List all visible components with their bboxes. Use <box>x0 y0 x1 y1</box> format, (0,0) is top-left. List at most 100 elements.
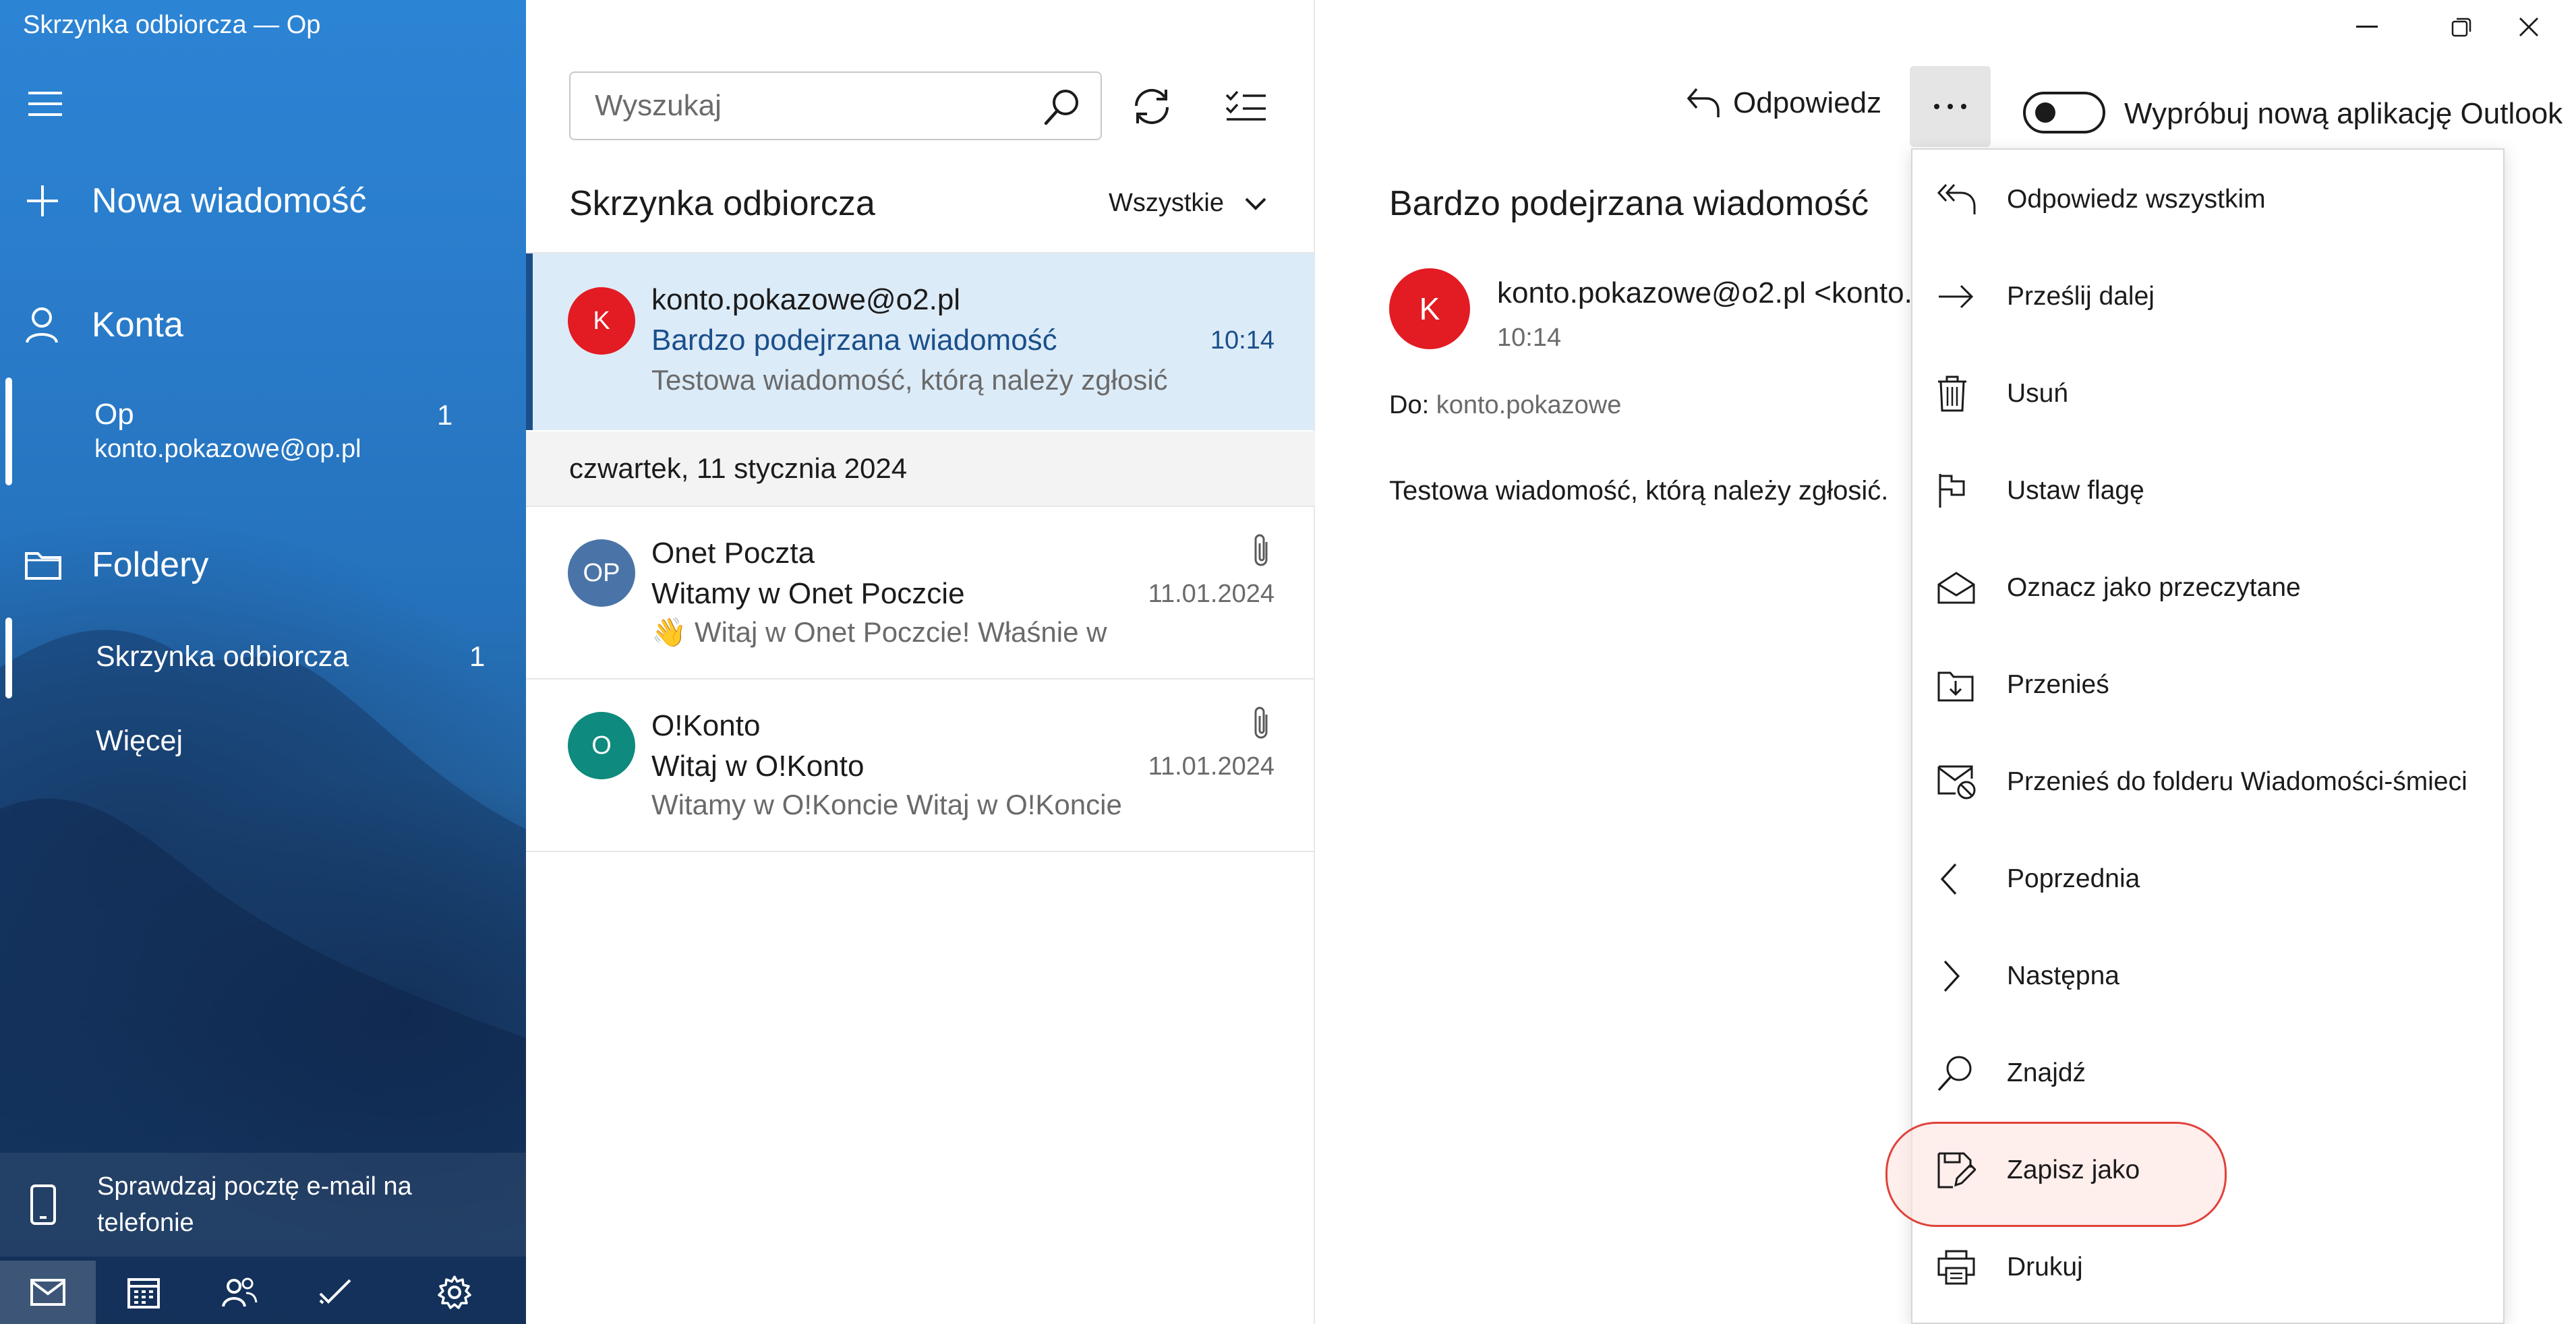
close-icon <box>2519 18 2538 36</box>
date-group-label: czwartek, 11 stycznia 2024 <box>569 452 908 484</box>
reply-all-icon <box>1937 182 1991 217</box>
message-item[interactable]: OP Onet Poczta Witamy w Onet Poczcie 11.… <box>526 507 1315 678</box>
to-label: Do: <box>1389 391 1430 419</box>
junk-icon <box>1937 764 1991 800</box>
menu-item-mark-read[interactable]: Oznacz jako przeczytane <box>1912 547 2503 628</box>
avatar-initials: O <box>591 731 612 760</box>
avatar-initials: OP <box>583 558 620 587</box>
menu-item-save-as[interactable]: Zapisz jako <box>1885 1122 2503 1227</box>
close-button[interactable] <box>2482 0 2576 54</box>
account-name: Op <box>94 398 134 431</box>
message-time: 11.01.2024 <box>1148 752 1275 781</box>
more-folders-link[interactable]: Więcej <box>96 725 183 758</box>
account-unread-count: 1 <box>437 399 453 431</box>
menu-item-move[interactable]: Przenieś <box>1912 644 2503 725</box>
app-switcher <box>0 1261 526 1324</box>
menu-item-junk[interactable]: Przenieś do folderu Wiadomości-śmieci <box>1912 742 2503 822</box>
new-message-label: Nowa wiadomość <box>92 181 367 220</box>
previous-icon <box>1937 862 1991 897</box>
settings-icon[interactable] <box>383 1261 526 1324</box>
phone-promo[interactable]: Sprawdzaj pocztę e-mail na telefonie <box>0 1153 526 1257</box>
message-preview: Witamy w O!Koncie Witaj w O!Koncie <box>651 789 1122 820</box>
person-icon <box>24 305 71 345</box>
accounts-header[interactable]: Konta <box>0 305 183 345</box>
move-icon <box>1937 667 1991 702</box>
search-box[interactable] <box>569 71 1102 140</box>
minimize-button[interactable] <box>2320 0 2414 54</box>
sync-button[interactable] <box>1125 80 1179 133</box>
restore-icon <box>2451 18 2471 37</box>
selection-mode-button[interactable] <box>1219 80 1273 133</box>
navigation-pane: Skrzynka odbiorcza — Op Nowa wiadomość K… <box>0 0 526 1324</box>
menu-item-reply-all[interactable]: Odpowiedz wszystkim <box>1912 159 2503 240</box>
menu-item-next[interactable]: Następna <box>1912 936 2503 1017</box>
more-dots-icon <box>1934 104 1966 109</box>
menu-item-forward[interactable]: Prześlij dalej <box>1912 256 2503 337</box>
folder-selection-indicator <box>5 618 12 698</box>
reply-label: Odpowiedz <box>1733 86 1882 119</box>
save-as-icon <box>1937 1151 1991 1189</box>
date-group-header: czwartek, 11 stycznia 2024 <box>526 431 1315 506</box>
menu-item-flag[interactable]: Ustaw flagę <box>1912 450 2503 531</box>
folder-unread-count: 1 <box>469 640 486 672</box>
folder-title: Skrzynka odbiorcza <box>569 184 875 223</box>
mark-read-icon <box>1937 571 1991 605</box>
mail-icon[interactable] <box>0 1261 96 1324</box>
search-input[interactable] <box>595 89 1026 123</box>
people-icon[interactable] <box>192 1261 287 1324</box>
avatar-initials: K <box>593 306 610 335</box>
minimize-icon <box>2356 26 2378 28</box>
sender-avatar: K <box>568 287 635 355</box>
sender-address[interactable]: konto.pokazowe@o2.pl <konto.pokazowe@o2.… <box>1497 276 1910 310</box>
new-message-button[interactable]: Nowa wiadomość <box>0 181 367 221</box>
filter-dropdown[interactable]: Wszystkie <box>1109 189 1267 218</box>
message-preview: Testowa wiadomość, którą należy zgłosić <box>651 364 1168 396</box>
todo-icon[interactable] <box>287 1261 383 1324</box>
sender-avatar: O <box>568 712 635 779</box>
menu-item-find[interactable]: Znajdź <box>1912 1033 2503 1114</box>
more-actions-button[interactable] <box>1910 66 1991 147</box>
message-sender: O!Konto <box>651 709 761 742</box>
folder-name: Skrzynka odbiorcza <box>96 640 349 673</box>
filter-label: Wszystkie <box>1109 189 1224 217</box>
account-email: konto.pokazowe@op.pl <box>94 435 361 463</box>
sync-icon <box>1134 88 1169 125</box>
delete-icon <box>1937 375 1991 413</box>
menu-item-label: Usuń <box>2007 379 2069 408</box>
menu-item-label: Zapisz jako <box>2007 1155 2140 1184</box>
menu-item-previous[interactable]: Poprzednia <box>1912 839 2503 920</box>
new-outlook-toggle[interactable] <box>2023 92 2105 133</box>
menu-item-label: Znajdź <box>2007 1058 2086 1087</box>
message-subject-heading: Bardzo podejrzana wiadomość <box>1389 184 1869 223</box>
folder-icon <box>24 545 71 585</box>
phone-promo-text: Sprawdzaj pocztę e-mail na telefonie <box>97 1172 412 1237</box>
search-icon[interactable] <box>1043 88 1082 127</box>
reply-button[interactable]: Odpowiedz <box>1686 86 1881 120</box>
menu-item-print[interactable]: Drukuj <box>1912 1227 2503 1308</box>
attachment-icon <box>1254 706 1268 739</box>
folders-header[interactable]: Foldery <box>0 545 208 585</box>
to-value[interactable]: konto.pokazowe <box>1436 391 1622 419</box>
menu-item-label: Drukuj <box>2007 1253 2083 1282</box>
menu-item-label: Oznacz jako przeczytane <box>2007 573 2301 602</box>
calendar-icon[interactable] <box>96 1261 192 1324</box>
menu-item-label: Odpowiedz wszystkim <box>2007 185 2266 214</box>
print-icon <box>1937 1249 1991 1286</box>
hamburger-menu-icon[interactable] <box>27 89 66 119</box>
message-subject: Bardzo podejrzana wiadomość <box>651 324 1057 357</box>
flag-icon <box>1937 472 1991 510</box>
menu-item-label: Prześlij dalej <box>2007 282 2155 311</box>
menu-item-delete[interactable]: Usuń <box>1912 353 2503 434</box>
message-item[interactable]: K konto.pokazowe@o2.pl Bardzo podejrzana… <box>526 253 1315 430</box>
forward-icon <box>1937 283 1991 310</box>
accounts-label: Konta <box>92 305 183 344</box>
plus-icon <box>24 181 71 221</box>
menu-item-label: Ustaw flagę <box>2007 476 2144 505</box>
selection-indicator <box>526 253 533 430</box>
message-time: 11.01.2024 <box>1148 580 1275 608</box>
avatar-initials: K <box>1419 291 1440 326</box>
message-list-pane: Skrzynka odbiorcza Wszystkie K konto.pok… <box>526 0 1315 1324</box>
message-item[interactable]: O O!Konto Witaj w O!Konto 11.01.2024 Wit… <box>526 680 1315 851</box>
menu-item-label: Przenieś <box>2007 670 2109 699</box>
message-time: 10:14 <box>1210 326 1275 355</box>
